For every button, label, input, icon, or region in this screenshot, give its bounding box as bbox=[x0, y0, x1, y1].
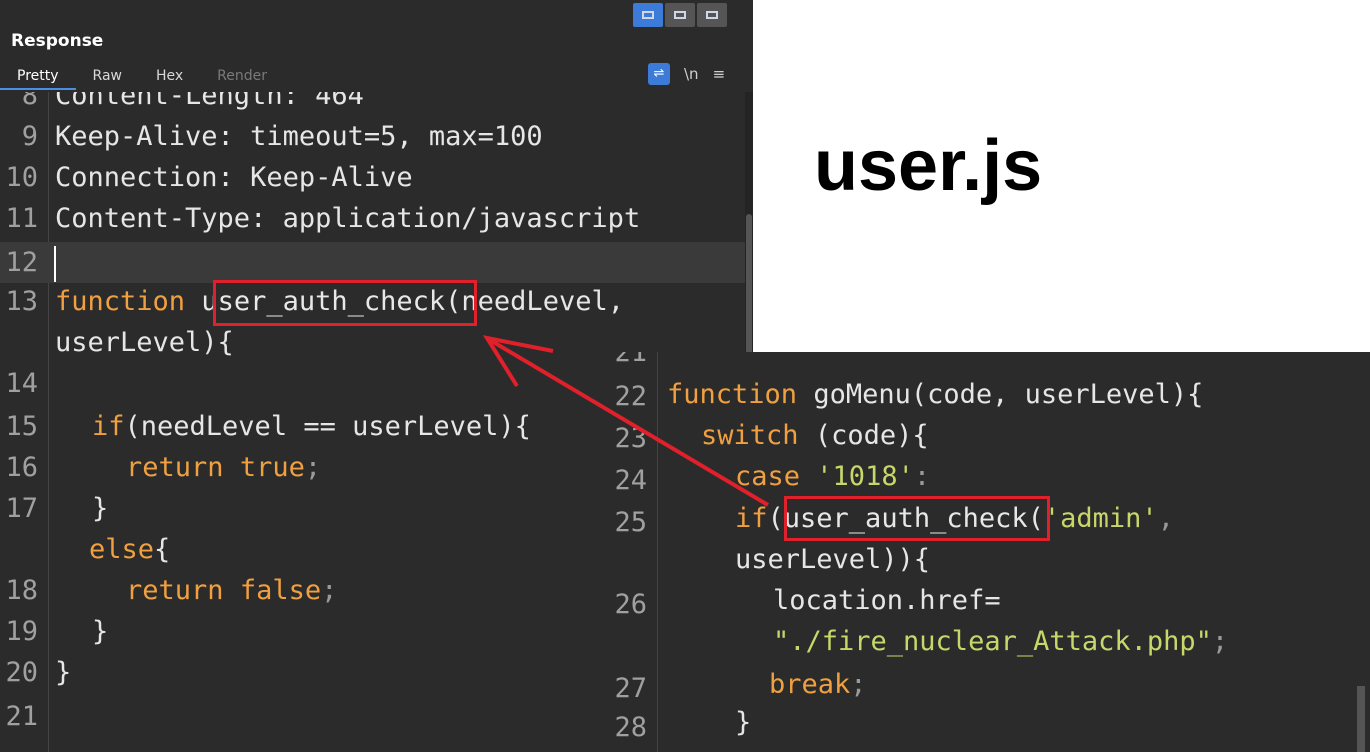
tab-raw[interactable]: Raw bbox=[76, 64, 139, 90]
response-tabs: Pretty Raw Hex Render bbox=[0, 64, 284, 90]
code-line: switch (code){ bbox=[701, 415, 929, 456]
gutter-divider bbox=[657, 352, 658, 752]
tab-render[interactable]: Render bbox=[200, 64, 284, 90]
tab-pretty[interactable]: Pretty bbox=[0, 64, 76, 90]
line-number: 21 bbox=[5, 701, 38, 732]
code-snippet-panel: 21 22 function goMenu(code, userLevel){ … bbox=[605, 352, 1370, 752]
line-number: 15 bbox=[5, 411, 38, 442]
code-line: break; bbox=[769, 664, 867, 705]
keyword: function bbox=[667, 379, 798, 410]
brace: } bbox=[55, 657, 72, 688]
string-literal: "./fire_nuclear_Attack.php" bbox=[773, 626, 1212, 657]
code-line: case '1018': bbox=[735, 456, 930, 497]
line-number: 8 bbox=[21, 92, 38, 111]
text-cursor bbox=[54, 246, 56, 282]
code-line: location.href= bbox=[773, 585, 1001, 616]
punct: ; bbox=[1211, 626, 1229, 657]
tab-hex[interactable]: Hex bbox=[139, 64, 200, 90]
highlight-box-call bbox=[784, 496, 1050, 541]
keyword: break bbox=[769, 669, 851, 700]
highlight-box-definition bbox=[213, 280, 477, 326]
code-line: 10 Connection: Keep-Alive bbox=[0, 157, 745, 198]
line-number: 16 bbox=[5, 452, 38, 483]
single-view-icon[interactable] bbox=[697, 3, 727, 27]
code-line: function goMenu(code, userLevel){ bbox=[667, 374, 1203, 415]
view-layout-toggles bbox=[633, 3, 727, 27]
file-title: user.js bbox=[814, 126, 1043, 206]
code-line-cont: userLevel)){ bbox=[735, 544, 931, 575]
split-horizontal-icon[interactable] bbox=[633, 3, 663, 27]
line-number: 13 bbox=[5, 286, 38, 317]
line-number: 17 bbox=[5, 493, 38, 524]
header-line: Connection: Keep-Alive bbox=[55, 162, 413, 193]
line-number: 23 bbox=[614, 423, 647, 454]
switch-expr: (code){ bbox=[814, 420, 929, 451]
line-number: 26 bbox=[614, 589, 647, 620]
keyword: if bbox=[735, 503, 768, 534]
code-line: "./fire_nuclear_Attack.php"; bbox=[773, 621, 1228, 662]
function-signature: goMenu(code, userLevel){ bbox=[813, 379, 1204, 410]
condition: (needLevel == userLevel){ bbox=[124, 411, 531, 442]
brace: } bbox=[92, 616, 109, 647]
keyword: return bbox=[126, 575, 224, 606]
line-number: 12 bbox=[5, 247, 38, 278]
line-number: 9 bbox=[21, 121, 38, 152]
header-line: Content-Length: 464 bbox=[55, 92, 364, 111]
editor-tools: ⇌ \n ≡ bbox=[648, 63, 725, 85]
keyword: false bbox=[239, 575, 322, 606]
code-line: 8 Content-Length: 464 bbox=[0, 92, 745, 116]
keyword: return bbox=[126, 452, 224, 483]
line-number: 25 bbox=[614, 507, 647, 538]
newline-toggle[interactable]: \n bbox=[684, 65, 699, 83]
keyword: switch bbox=[701, 420, 799, 451]
header-line: Keep-Alive: timeout=5, max=100 bbox=[55, 121, 543, 152]
brace: } bbox=[735, 707, 752, 738]
line-number: 14 bbox=[5, 368, 38, 399]
punct: , bbox=[1157, 503, 1174, 534]
punct: ; bbox=[304, 452, 322, 483]
brace: } bbox=[92, 493, 109, 524]
string-literal: 'admin' bbox=[1043, 503, 1158, 534]
line-number: 27 bbox=[614, 673, 647, 704]
keyword: else bbox=[89, 534, 155, 565]
line-number: 10 bbox=[5, 162, 38, 193]
line-number: 24 bbox=[614, 465, 647, 496]
line-number: 28 bbox=[614, 712, 647, 743]
string-literal: '1018' bbox=[816, 461, 914, 492]
scrollbar-thumb[interactable] bbox=[1357, 686, 1365, 752]
brace: { bbox=[154, 534, 171, 565]
header-line: Content-Type: application/javascript bbox=[55, 203, 641, 234]
keyword: function bbox=[55, 286, 186, 317]
keyword: if bbox=[92, 411, 125, 442]
code-line: 11 Content-Type: application/javascript bbox=[0, 198, 745, 239]
line-number: 22 bbox=[614, 381, 647, 412]
keyword: true bbox=[239, 452, 305, 483]
line-number: 20 bbox=[5, 657, 38, 688]
wrap-lines-icon[interactable]: ⇌ bbox=[648, 63, 670, 85]
punct: ; bbox=[321, 575, 338, 606]
line-number: 18 bbox=[5, 575, 38, 606]
hamburger-menu-icon[interactable]: ≡ bbox=[713, 65, 726, 83]
punct: : bbox=[913, 461, 931, 492]
code-line: 9 Keep-Alive: timeout=5, max=100 bbox=[0, 116, 745, 157]
line-number: 21 bbox=[614, 352, 647, 368]
params-cont: userLevel){ bbox=[55, 327, 234, 358]
keyword: case bbox=[735, 461, 801, 492]
code-line-current: 12 bbox=[0, 242, 745, 283]
line-number: 11 bbox=[5, 203, 38, 234]
line-number: 19 bbox=[5, 616, 38, 647]
split-vertical-icon[interactable] bbox=[665, 3, 695, 27]
paren: ( bbox=[767, 503, 784, 534]
punct: ; bbox=[850, 669, 867, 700]
panel-title: Response bbox=[11, 31, 104, 51]
scrollbar-thumb[interactable] bbox=[746, 214, 752, 374]
